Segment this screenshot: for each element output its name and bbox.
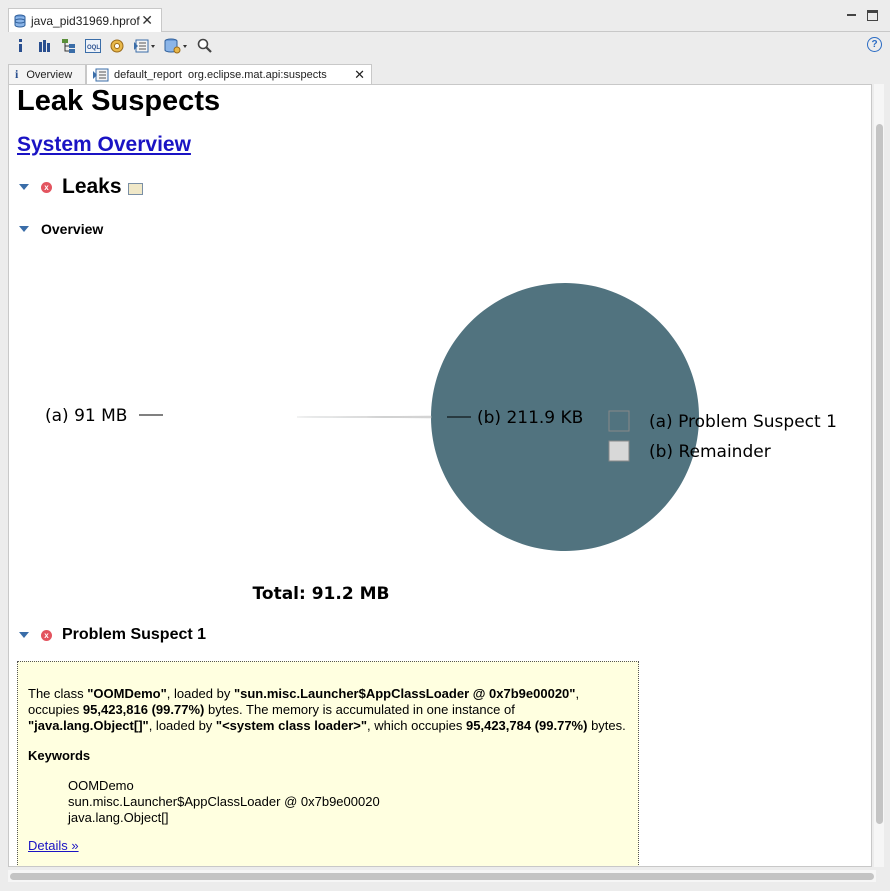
tab-default-report-label: default_report org.eclipse.mat.api:suspe… [114,68,327,81]
leaks-section-header[interactable]: x Leaks [19,175,143,199]
description-part: 95,423,816 (99.77%) [82,702,205,717]
pie-slice-remainder [296,415,432,419]
open-in-editor-icon[interactable] [127,183,143,195]
histogram-icon[interactable] [36,37,54,55]
error-icon: x [41,629,52,641]
svg-text:OQL: OQL [87,45,100,51]
description-part: The class [28,686,88,701]
pie-total-label: Total: 91.2 MB [253,584,390,604]
help-icon[interactable]: ? [867,37,882,52]
keyword-item: sun.misc.Launcher$AppClassLoader @ 0x7b9… [68,794,380,809]
report-content: Leak Suspects System Overview x Leaks Ov… [8,84,872,867]
thread-overview-icon[interactable] [108,37,126,55]
query-browser-icon[interactable] [164,37,190,55]
vertical-scroll-thumb[interactable] [876,124,883,824]
close-icon[interactable]: ✕ [354,67,365,83]
database-icon [14,14,26,27]
legend-label: (b) Remainder [649,442,771,462]
description-part: , loaded by [148,718,216,733]
dominator-tree-icon[interactable] [60,37,78,55]
keywords-list: OOMDemo sun.misc.Launcher$AppClassLoader… [68,778,628,826]
keyword-item: OOMDemo [68,778,134,793]
system-overview-link[interactable]: System Overview [17,133,191,157]
oql-icon[interactable]: OQL [84,37,102,55]
editor-tab-title: java_pid31969.hprof [31,13,140,28]
tab-default-report[interactable]: default_report org.eclipse.mat.api:suspe… [86,64,372,84]
legend-swatch [608,440,630,462]
close-icon[interactable]: ✕ [141,12,153,29]
inner-tab-bar: i Overview default_report org.eclipse.ma… [8,64,888,84]
error-icon: x [41,181,52,193]
vertical-scrollbar[interactable] [874,84,884,867]
description-part: 95,423,784 (99.77%) [466,718,588,733]
report-icon [93,68,109,81]
details-link[interactable]: Details » [28,838,79,854]
description-part: "sun.misc.Launcher$AppClassLoader @ 0x7b… [233,686,576,701]
pie-label-a: (a) 91 MB [45,406,127,426]
mat-window: java_pid31969.hprof ✕ OQL ? i Overview d… [0,0,890,891]
minimize-icon[interactable] [846,10,857,21]
description-part: bytes. [587,718,626,733]
description-part: "<system class loader>" [215,718,368,733]
info-icon[interactable] [12,37,30,55]
legend-swatch [608,410,630,432]
leaks-heading: Leaks [62,175,122,198]
page-title: Leak Suspects [17,85,221,117]
problem-suspect-header[interactable]: x Problem Suspect 1 [19,626,206,644]
pie-label-b: (b) 211.9 KB [477,408,583,428]
description-part: "OOMDemo" [87,686,167,701]
collapse-triangle-icon[interactable] [19,632,29,638]
problem-suspect-heading: Problem Suspect 1 [62,626,207,643]
tab-overview-label: Overview [26,68,73,81]
keywords-heading: Keywords [28,748,91,763]
run-report-icon[interactable] [132,37,158,55]
editor-tab-heap-dump[interactable]: java_pid31969.hprof ✕ [8,8,162,32]
toolbar: OQL [8,33,890,59]
description-part: bytes. The memory is accumulated in one … [204,702,515,717]
collapse-triangle-icon[interactable] [19,184,29,190]
window-controls [846,10,878,21]
description-part: , which occupies [367,718,467,733]
editor-tab-bar: java_pid31969.hprof ✕ [8,8,890,32]
horizontal-scrollbar[interactable] [8,870,876,882]
info-icon: i [15,67,19,81]
description-part: "java.lang.Object[]" [28,718,149,733]
search-icon[interactable] [196,37,214,55]
pie-chart: (a) 91 MB (b) 211.9 KB (a) Problem Suspect… [45,283,837,604]
keyword-item: java.lang.Object[] [68,810,169,825]
maximize-icon[interactable] [867,10,878,21]
horizontal-scroll-thumb[interactable] [10,873,874,880]
overview-section-header[interactable]: Overview [19,221,103,237]
tab-overview[interactable]: i Overview [8,64,86,84]
collapse-triangle-icon[interactable] [19,226,29,232]
description-part: , loaded by [166,686,234,701]
legend-label: (a) Problem Suspect 1 [649,412,837,432]
suspect-description: The class "OOMDemo", loaded by "sun.misc… [28,686,628,734]
suspect-description-box: The class "OOMDemo", loaded by "sun.misc… [17,661,639,866]
overview-heading: Overview [41,221,104,237]
